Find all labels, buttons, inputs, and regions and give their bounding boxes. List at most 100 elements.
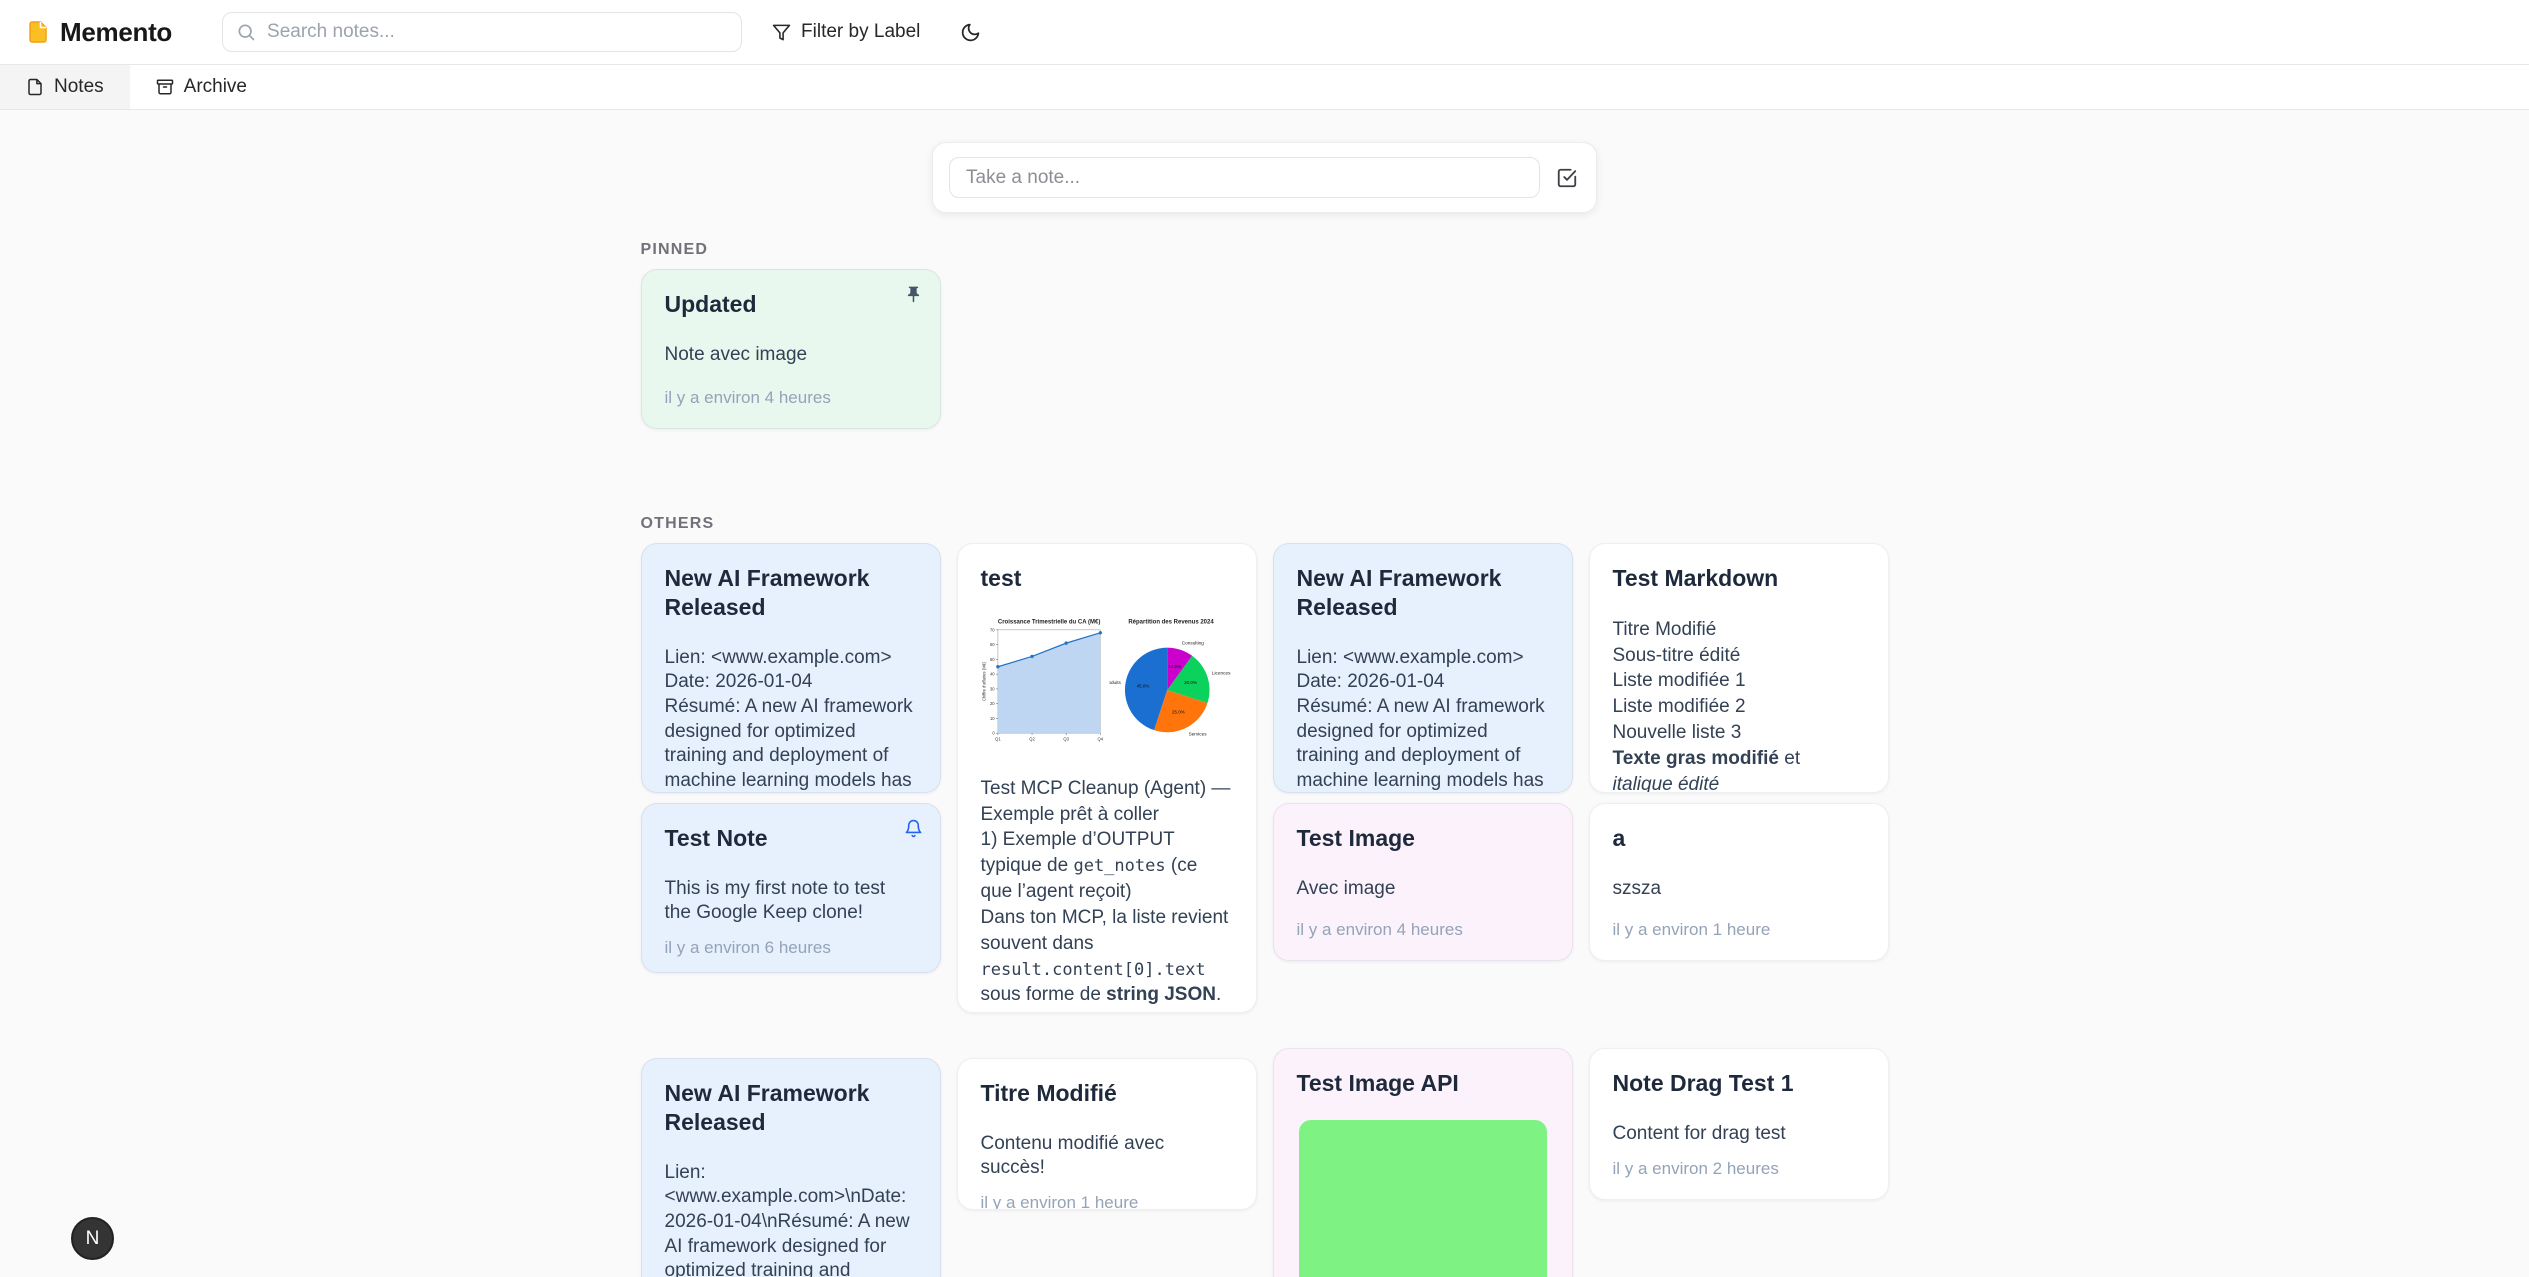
note-title: Test Note [665, 824, 917, 853]
note-body: szsza [1613, 877, 1865, 902]
note-body: Test MCP Cleanup (Agent) — Exemple prêt … [981, 776, 1233, 1013]
note-card-drag-test[interactable]: Note Drag Test 1 Content for drag test i… [1589, 1048, 1889, 1200]
note-title: Note Drag Test 1 [1613, 1069, 1865, 1098]
note-card-test[interactable]: test Croissance Trimestrielle du CA (M€)… [957, 543, 1257, 1013]
composer-input[interactable] [949, 157, 1540, 198]
svg-text:Croissance Trimestrielle du CA: Croissance Trimestrielle du CA (M€) [997, 619, 1099, 625]
revenue-line-chart: Croissance Trimestrielle du CA (M€)01020… [981, 611, 1105, 752]
svg-text:20: 20 [990, 701, 995, 706]
svg-text:Consulting: Consulting [1181, 640, 1204, 645]
note-body: Contenu modifié avec succès! [981, 1132, 1233, 1181]
note-card-a[interactable]: a szsza il y a environ 1 heure [1589, 803, 1889, 961]
svg-text:Répartition des Revenus 2024: Répartition des Revenus 2024 [1128, 619, 1214, 625]
notes-area: PINNED Updated Note avec image il y a en… [0, 110, 2529, 1277]
svg-text:Licences: Licences [1211, 670, 1230, 675]
note-title: Test Image [1297, 824, 1549, 853]
app-header: Memento Filter by Label [0, 0, 2529, 64]
note-attached-charts-image: Croissance Trimestrielle du CA (M€)01020… [981, 611, 1233, 752]
note-timestamp: il y a environ 4 heures [1297, 908, 1549, 940]
tab-archive-label: Archive [184, 76, 247, 98]
note-card-test-note[interactable]: Test Note This is my first note to test … [641, 803, 941, 973]
note-attached-green-image [1299, 1120, 1547, 1277]
note-composer [932, 142, 1597, 213]
notes-column-2: test Croissance Trimestrielle du CA (M€)… [957, 543, 1257, 1277]
pin-icon [904, 285, 923, 304]
search-icon [236, 22, 256, 42]
svg-text:10: 10 [990, 716, 995, 721]
note-timestamp: il y a environ 6 heures [665, 926, 917, 958]
app-logo: Memento [26, 17, 172, 48]
note-title: Test Markdown [1613, 564, 1865, 593]
note-body: Lien: <www.example.com>\nDate: 2026-01-0… [665, 1161, 917, 1277]
note-card-ai-framework-1[interactable]: New AI Framework Released Lien: <www.exa… [641, 543, 941, 793]
note-body: This is my first note to test the Google… [665, 877, 917, 926]
tab-notes-label: Notes [54, 76, 104, 98]
svg-text:70: 70 [990, 627, 995, 632]
note-body: Note avec image [665, 343, 917, 368]
notes-file-icon [26, 78, 44, 96]
note-body: Avec image [1297, 877, 1549, 902]
search-input[interactable] [222, 12, 742, 52]
note-body: Titre Modifié Sous-titre édité Liste mod… [1613, 617, 1865, 793]
notes-column-4: Test Markdown Titre Modifié Sous-titre é… [1589, 543, 1889, 1277]
filter-by-label-button[interactable]: Filter by Label [772, 21, 920, 43]
note-title: Test Image API [1297, 1069, 1549, 1098]
note-timestamp: il y a environ 1 heure [1613, 908, 1865, 940]
tab-archive[interactable]: Archive [130, 65, 273, 109]
notes-column-1: New AI Framework Released Lien: <www.exa… [641, 543, 941, 1277]
svg-text:Q4: Q4 [1097, 736, 1103, 741]
svg-text:Services: Services [1188, 731, 1207, 736]
dark-mode-toggle[interactable] [956, 18, 985, 47]
checkbox-icon [1556, 167, 1578, 189]
note-body: Content for drag test [1613, 1122, 1865, 1147]
notes-column-3: New AI Framework Released Lien: <www.exa… [1273, 543, 1573, 1277]
note-card-ai-framework-2[interactable]: New AI Framework Released Lien: <www.exa… [1273, 543, 1573, 793]
svg-text:Produits: Produits [1109, 680, 1122, 685]
svg-text:50: 50 [990, 657, 995, 662]
svg-text:Q2: Q2 [1029, 736, 1035, 741]
app-title: Memento [60, 17, 172, 48]
note-card-ai-framework-3[interactable]: New AI Framework Released Lien: <www.exa… [641, 1058, 941, 1277]
note-timestamp: il y a environ 1 heure [981, 1181, 1233, 1210]
new-checklist-button[interactable] [1554, 165, 1580, 191]
svg-text:20.0%: 20.0% [1184, 680, 1197, 685]
note-file-logo-icon [26, 19, 50, 45]
note-title: a [1613, 824, 1865, 853]
note-timestamp: il y a environ 2 heures [1613, 1147, 1865, 1179]
notes-grid: New AI Framework Released Lien: <www.exa… [641, 543, 1889, 1277]
svg-text:Q3: Q3 [1063, 736, 1069, 741]
filter-by-label-text: Filter by Label [801, 21, 920, 43]
svg-text:Chiffre d'affaires (M€): Chiffre d'affaires (M€) [981, 661, 986, 701]
note-timestamp: il y a environ 4 heures [665, 376, 917, 408]
note-card-test-image[interactable]: Test Image Avec image il y a environ 4 h… [1273, 803, 1573, 961]
note-title: Updated [665, 290, 917, 319]
note-card-test-image-api[interactable]: Test Image API [1273, 1048, 1573, 1277]
svg-text:30: 30 [990, 686, 995, 691]
note-card-titre-modifie[interactable]: Titre Modifié Contenu modifié avec succè… [957, 1058, 1257, 1210]
note-body: Lien: <www.example.com> Date: 2026-01-04… [665, 646, 917, 794]
note-card-updated[interactable]: Updated Note avec image il y a environ 4… [641, 269, 941, 429]
svg-text:10.0%: 10.0% [1168, 664, 1181, 669]
note-title: Titre Modifié [981, 1079, 1233, 1108]
moon-icon [960, 22, 981, 43]
bell-icon [904, 819, 923, 838]
tab-notes[interactable]: Notes [0, 65, 130, 109]
revenue-pie-chart: Répartition des Revenus 202445.0%Produit… [1109, 611, 1233, 752]
others-section-label: OTHERS [641, 515, 1889, 533]
search-box [222, 12, 742, 52]
note-title: test [981, 564, 1233, 593]
user-avatar[interactable]: N [71, 1217, 114, 1260]
filter-funnel-icon [772, 23, 791, 42]
note-title: New AI Framework Released [665, 1079, 917, 1137]
note-title: New AI Framework Released [1297, 564, 1549, 622]
reminder-button[interactable] [904, 819, 923, 838]
svg-text:Q1: Q1 [995, 736, 1001, 741]
tab-bar: Notes Archive [0, 64, 2529, 110]
note-card-test-markdown[interactable]: Test Markdown Titre Modifié Sous-titre é… [1589, 543, 1889, 793]
archive-icon [156, 78, 174, 96]
note-title: New AI Framework Released [665, 564, 917, 622]
svg-text:60: 60 [990, 642, 995, 647]
svg-text:40: 40 [990, 671, 995, 676]
pin-button[interactable] [904, 285, 923, 304]
note-body: Lien: <www.example.com> Date: 2026-01-04… [1297, 646, 1549, 794]
